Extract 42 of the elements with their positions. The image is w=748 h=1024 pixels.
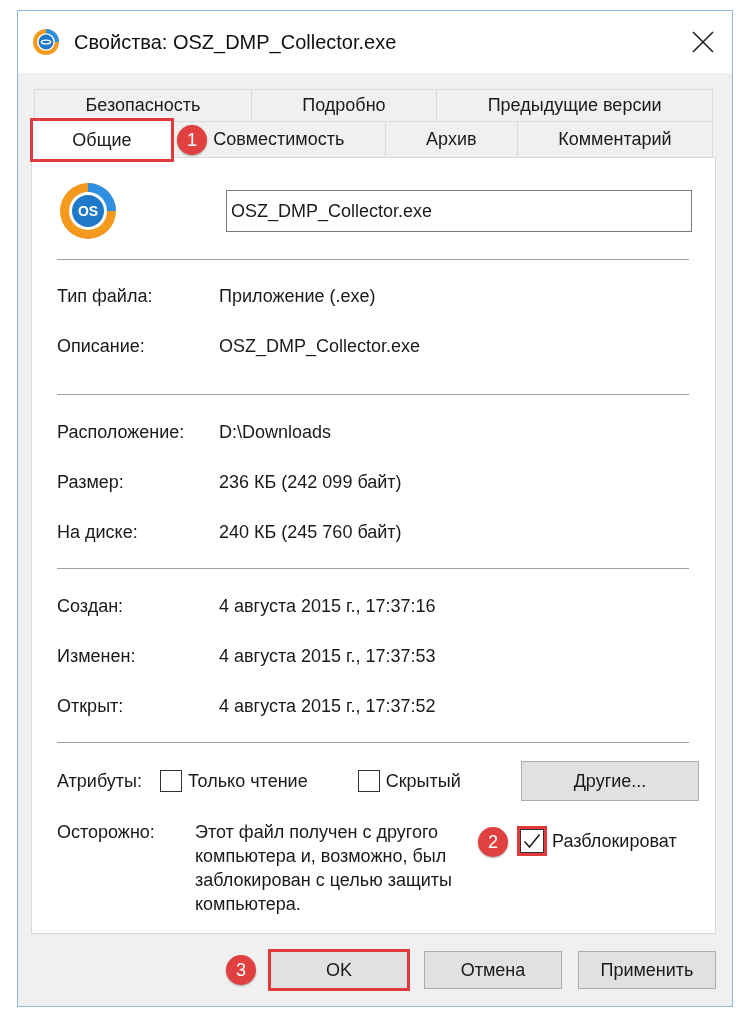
window-title: Свойства: OSZ_DMP_Collector.exe (74, 30, 397, 54)
info-label: Изменен: (57, 645, 137, 667)
other-attributes-button[interactable]: Другие... (521, 761, 699, 801)
info-value: OSZ_DMP_Collector.exe (219, 335, 421, 357)
info-label: Открыт: (57, 695, 125, 717)
info-value: 4 августа 2015 г., 17:37:53 (219, 645, 436, 667)
attributes-label: Атрибуты: (57, 770, 143, 792)
info-label: Размер: (57, 471, 125, 493)
step-number-badge: 3 (226, 955, 256, 985)
tab[interactable]: Безопасность (34, 89, 252, 121)
info-value: D:\Downloads (219, 421, 332, 443)
step-number-badge: 2 (478, 827, 508, 857)
cancel-button[interactable]: Отмена (424, 951, 562, 989)
checkbox[interactable] (160, 770, 183, 792)
checkbox[interactable] (357, 770, 380, 792)
checkmark-icon (523, 833, 541, 849)
info-value: 4 августа 2015 г., 17:37:52 (219, 695, 436, 717)
info-label: Тип файла: (57, 285, 154, 307)
checkbox-label: Скрытый (385, 770, 461, 792)
info-value: 236 КБ (242 099 байт) (219, 471, 402, 493)
info-label: Описание: (57, 335, 146, 357)
apply-button[interactable]: Применить (578, 951, 716, 989)
checkbox-label: Разблокироват (552, 830, 677, 852)
ok-button[interactable]: OK (270, 951, 408, 989)
info-label: Создан: (57, 595, 125, 617)
warning-text: Этот файл получен с другого компьютера и, возможно, был заблокирован с целью защиты компьютера. (195, 821, 453, 916)
info-value: 4 августа 2015 г., 17:37:16 (219, 595, 436, 617)
info-value: 240 КБ (245 760 байт) (219, 521, 402, 543)
close-button[interactable] (690, 29, 716, 55)
tab[interactable]: Предыдущие версии (436, 89, 713, 121)
logo-text: OS (77, 203, 99, 219)
info-label: На диске: (57, 521, 139, 543)
warning-label: Осторожно: (57, 821, 156, 844)
tab[interactable]: Комментарий (516, 121, 713, 157)
info-value: Приложение (.exe) (219, 285, 376, 307)
info-label: Расположение: (57, 421, 186, 443)
checkbox-label: Только чтение (188, 770, 308, 792)
file-name-field[interactable]: OSZ_DMP_Collector.exe (226, 190, 692, 232)
tab[interactable]: Общие (31, 119, 173, 161)
close-icon (692, 31, 714, 53)
app-icon (33, 29, 59, 55)
unblock-checkbox[interactable] (520, 829, 544, 853)
